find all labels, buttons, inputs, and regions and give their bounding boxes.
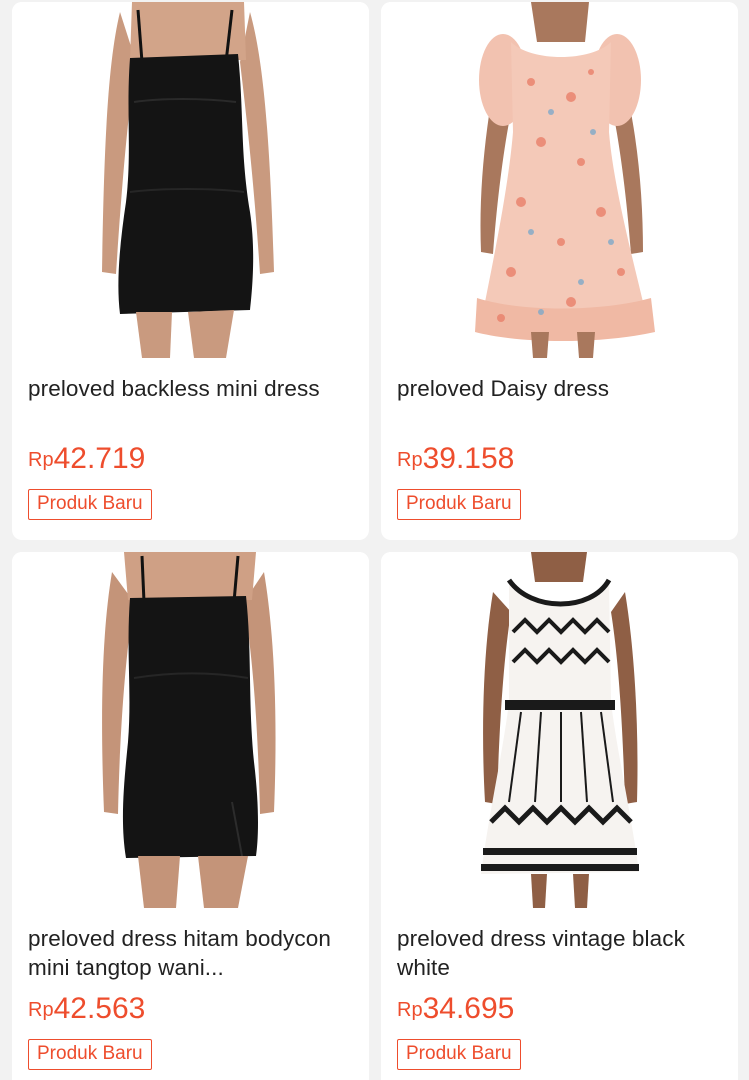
price-amount: 42.719	[53, 442, 146, 475]
product-title[interactable]: preloved dress vintage black white	[397, 924, 724, 982]
product-title[interactable]: preloved dress hitam bodycon mini tangto…	[28, 924, 355, 982]
product-image[interactable]	[381, 2, 738, 358]
currency-label: Rp	[397, 449, 423, 471]
product-image[interactable]	[381, 552, 738, 908]
price-amount: 42.563	[53, 992, 146, 1025]
currency-label: Rp	[28, 449, 54, 471]
product-image[interactable]	[12, 2, 369, 358]
new-product-badge: Produk Baru	[28, 1039, 152, 1070]
product-card[interactable]: preloved backless mini dress Rp42.719 Pr…	[12, 2, 369, 540]
floral-dress-photo	[381, 2, 738, 358]
product-price: Rp34.695	[397, 992, 514, 1026]
product-card[interactable]: preloved Daisy dress Rp39.158 Produk Bar…	[381, 2, 738, 540]
black-bodycon-dress-photo	[12, 552, 369, 908]
zigzag-dress-photo	[381, 552, 738, 908]
new-product-badge: Produk Baru	[28, 489, 152, 520]
product-grid: preloved backless mini dress Rp42.719 Pr…	[0, 0, 749, 1080]
black-mini-dress-photo	[12, 2, 369, 358]
new-product-badge: Produk Baru	[397, 1039, 521, 1070]
product-price: Rp39.158	[397, 442, 514, 476]
product-price: Rp42.719	[28, 442, 145, 476]
product-title[interactable]: preloved backless mini dress	[28, 374, 355, 432]
new-product-badge: Produk Baru	[397, 489, 521, 520]
currency-label: Rp	[397, 999, 423, 1021]
product-card[interactable]: preloved dress hitam bodycon mini tangto…	[12, 552, 369, 1080]
product-image[interactable]	[12, 552, 369, 908]
price-amount: 34.695	[422, 992, 515, 1025]
price-amount: 39.158	[422, 442, 515, 475]
product-price: Rp42.563	[28, 992, 145, 1026]
product-title[interactable]: preloved Daisy dress	[397, 374, 724, 432]
currency-label: Rp	[28, 999, 54, 1021]
product-card[interactable]: preloved dress vintage black white Rp34.…	[381, 552, 738, 1080]
